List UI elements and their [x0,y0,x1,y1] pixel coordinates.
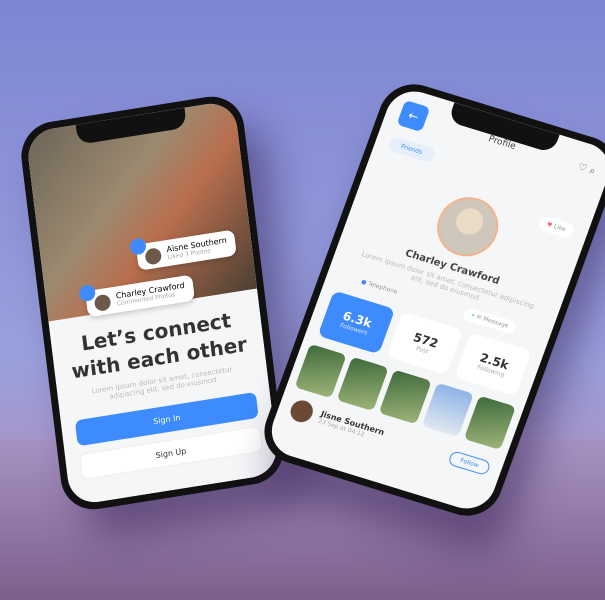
heart-icon[interactable]: ♡ [576,161,588,174]
follow-button[interactable]: Follow [447,449,492,476]
notification-card[interactable]: Charley Crawford Commented Photos [78,274,195,318]
friends-chip[interactable]: Friends [387,135,436,164]
profile-avatar [428,189,507,264]
user-avatar [287,397,316,425]
phone-onboarding: Aisne Southern Liked 3 Photos Charley Cr… [17,91,288,515]
online-dot-icon: • [470,311,476,320]
like-badge-icon [129,237,147,256]
onboarding-screen: Aisne Southern Liked 3 Photos Charley Cr… [25,99,280,507]
comment-badge-icon [78,283,97,303]
like-button[interactable]: ♥ Like [536,214,576,240]
back-button[interactable]: ← [396,100,431,133]
avatar [144,247,163,266]
avatar [93,293,112,313]
like-label: Like [552,223,567,234]
search-icon[interactable]: ⌕ [588,165,597,177]
notification-card[interactable]: Aisne Southern Liked 3 Photos [129,229,237,271]
